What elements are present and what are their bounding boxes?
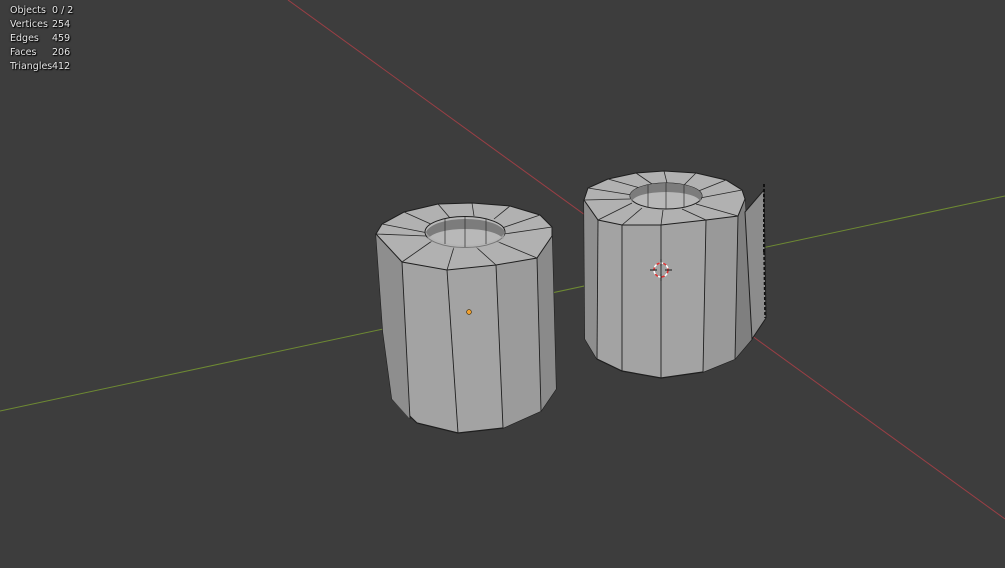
tube-right[interactable]: [583, 170, 767, 379]
object-origin-icon: [466, 309, 472, 315]
3d-viewport[interactable]: Objects 0 / 2 Vertices 254 Edges 459 Fac…: [0, 0, 1005, 568]
tube-left[interactable]: [375, 202, 557, 434]
scene-canvas: [0, 0, 1005, 520]
